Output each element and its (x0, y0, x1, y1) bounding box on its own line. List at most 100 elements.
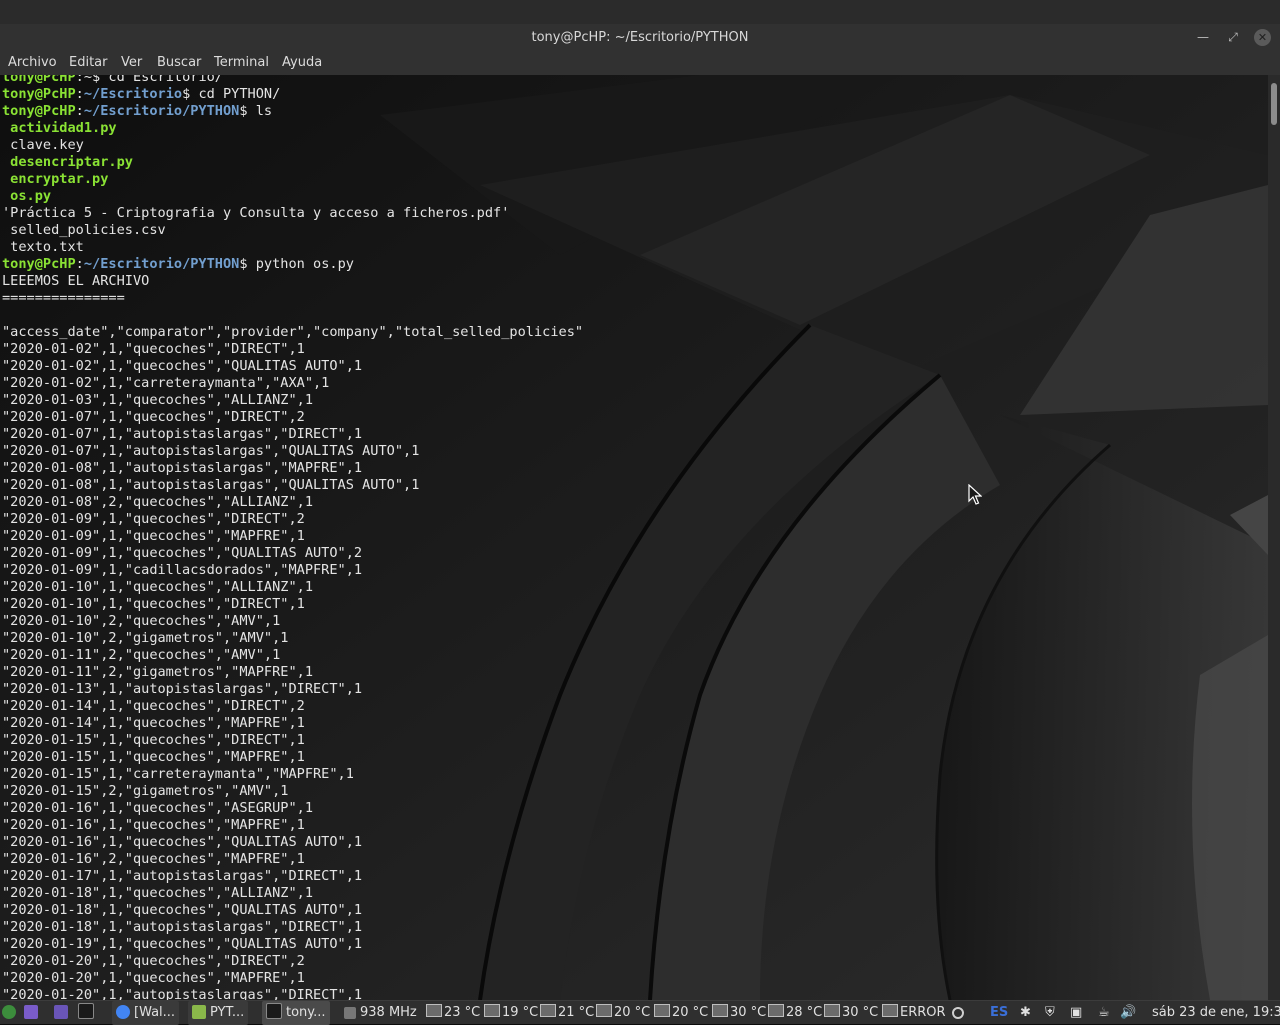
output-text: "2020-01-09",1,"quecoches","DIRECT",2 (2, 511, 305, 527)
prompt-separator: : (75, 103, 84, 119)
update-icon (952, 1007, 964, 1019)
shield-icon[interactable]: ⛨ (1045, 1001, 1055, 1025)
menu-ayuda[interactable]: Ayuda (282, 55, 322, 70)
taskbar-workspace[interactable] (24, 1001, 42, 1025)
taskbar-task-terminal[interactable]: tony... (262, 1001, 330, 1025)
taskbar-files-launcher[interactable] (54, 1001, 72, 1025)
temp-sensor[interactable]: 28 °C (768, 1001, 822, 1025)
task-label: PYT... (210, 1005, 245, 1020)
error-sensor[interactable]: ERROR (882, 1001, 946, 1025)
menu-editar[interactable]: Editar (69, 55, 108, 70)
terminal-line: "2020-01-15",1,"quecoches","DIRECT",1 (2, 732, 583, 749)
prompt-path: ~ (83, 75, 93, 85)
scrollbar-thumb[interactable] (1271, 83, 1277, 125)
temp-sensor[interactable]: 20 °C (654, 1001, 708, 1025)
terminal-line: desencriptar.py (2, 154, 583, 171)
terminal-line: "2020-01-18",1,"autopistaslargas","DIREC… (2, 919, 583, 936)
terminal-scrollbar[interactable] (1268, 75, 1280, 1000)
output-text: "2020-01-09",1,"cadillacsdorados","MAPFR… (2, 562, 363, 578)
temp-sensor[interactable]: 30 °C (712, 1001, 766, 1025)
output-text: "2020-01-07",1,"autopistaslargas","QUALI… (2, 443, 420, 459)
output-text: "2020-01-15",1,"carreteraymanta","MAPFRE… (2, 766, 354, 782)
terminal-line: "2020-01-10",1,"quecoches","ALLIANZ",1 (2, 579, 583, 596)
terminal-line: "2020-01-15",1,"carreteraymanta","MAPFRE… (2, 766, 583, 783)
output-text: "2020-01-20",1,"autopistaslargas","DIREC… (2, 987, 363, 1000)
terminal-line: "2020-01-16",1,"quecoches","MAPFRE",1 (2, 817, 583, 834)
task-label: [Wal... (134, 1005, 176, 1020)
taskbar-task-files[interactable]: PYT... (188, 1001, 249, 1025)
terminal-line: tony@PcHP:~$ cd Escritorio/ (2, 75, 583, 86)
command-text: $ ls (239, 103, 273, 119)
clipboard-icon[interactable]: ▣ (1070, 1001, 1082, 1025)
terminal-line: "2020-01-03",1,"quecoches","ALLIANZ",1 (2, 392, 583, 409)
taskbar-terminal-launcher[interactable] (78, 1001, 98, 1025)
terminal-line: "2020-01-18",1,"quecoches","QUALITAS AUT… (2, 902, 583, 919)
taskbar-task-browser[interactable]: [Wal... (112, 1001, 180, 1025)
terminal-line: "2020-01-13",1,"autopistaslargas","DIREC… (2, 681, 583, 698)
close-icon[interactable]: ✕ (1254, 29, 1271, 46)
thermometer-icon (484, 1004, 500, 1017)
terminal-line: "2020-01-11",2,"quecoches","AMV",1 (2, 647, 583, 664)
prompt-path: ~/Escritorio/PYTHON (83, 103, 240, 119)
terminal-area[interactable]: tony@PcHP:~$ cd Escritorio/tony@PcHP:~/E… (0, 75, 1268, 1000)
output-text: "2020-01-20",1,"quecoches","MAPFRE",1 (2, 970, 305, 986)
lightbulb-icon[interactable]: ☕ (1098, 1001, 1110, 1025)
thermometer-icon (768, 1004, 784, 1017)
thermometer-icon (426, 1004, 442, 1017)
menu-terminal[interactable]: Terminal (214, 55, 269, 70)
browser-icon (2, 1005, 16, 1019)
clock[interactable]: sáb 23 de ene, 19:38 (1152, 1001, 1280, 1025)
terminal-line: "2020-01-20",1,"autopistaslargas","DIREC… (2, 987, 583, 1000)
window-titlebar[interactable]: tony@PcHP: ~/Escritorio/PYTHON — ⤢ (0, 24, 1280, 51)
task-label: tony... (286, 1005, 326, 1020)
terminal-line: "2020-01-14",1,"quecoches","MAPFRE",1 (2, 715, 583, 732)
temp-sensor[interactable]: 30 °C (824, 1001, 878, 1025)
terminal-line: clave.key (2, 137, 583, 154)
output-text: "2020-01-02",1,"quecoches","DIRECT",1 (2, 341, 305, 357)
output-text: "2020-01-10",2,"gigametros","AMV",1 (2, 630, 289, 646)
maximize-icon[interactable]: ⤢ (1224, 28, 1242, 46)
temp-value: 20 °C (614, 1005, 651, 1020)
cpu-icon (344, 1007, 356, 1019)
temp-sensor[interactable]: 21 °C (540, 1001, 594, 1025)
menu-ver[interactable]: Ver (121, 55, 142, 70)
output-text: "2020-01-08",1,"autopistaslargas","MAPFR… (2, 460, 363, 476)
terminal-line: encryptar.py (2, 171, 583, 188)
terminal-line: selled_policies.csv (2, 222, 583, 239)
temp-value: 30 °C (730, 1005, 767, 1020)
output-text: clave.key (2, 137, 84, 153)
terminal-line: "2020-01-08",1,"autopistaslargas","QUALI… (2, 477, 583, 494)
volume-icon[interactable]: 🔊 (1120, 1001, 1136, 1025)
minimize-icon[interactable]: — (1194, 28, 1212, 46)
thermometer-icon (596, 1004, 612, 1017)
output-text: "2020-01-10",1,"quecoches","DIRECT",1 (2, 596, 305, 612)
cpu-freq-applet[interactable]: 938 MHz (344, 1001, 417, 1025)
terminal-icon (78, 1003, 94, 1019)
temp-value: 19 °C (502, 1005, 539, 1020)
menu-archivo[interactable]: Archivo (8, 55, 57, 70)
output-text: "2020-01-17",1,"autopistaslargas","DIREC… (2, 868, 363, 884)
terminal-line: =============== (2, 290, 583, 307)
thermometer-icon (824, 1004, 840, 1017)
output-text: LEEEMOS EL ARCHIVO (2, 273, 150, 289)
output-text: "2020-01-09",1,"quecoches","MAPFRE",1 (2, 528, 305, 544)
output-text: "2020-01-16",1,"quecoches","ASEGRUP",1 (2, 800, 313, 816)
output-text: "2020-01-07",1,"autopistaslargas","DIREC… (2, 426, 363, 442)
output-text: "2020-01-08",2,"quecoches","ALLIANZ",1 (2, 494, 313, 510)
terminal-line: "2020-01-09",1,"cadillacsdorados","MAPFR… (2, 562, 583, 579)
taskbar-browser-launcher[interactable] (2, 1001, 20, 1025)
temp-sensor[interactable]: 23 °C (426, 1001, 480, 1025)
terminal-line: "2020-01-15",1,"quecoches","MAPFRE",1 (2, 749, 583, 766)
taskbar: [Wal... PYT... tony... 938 MHz 23 °C 19 … (0, 1000, 1280, 1025)
terminal-line: tony@PcHP:~/Escritorio/PYTHON$ ls (2, 103, 583, 120)
temp-sensor[interactable]: 19 °C (484, 1001, 538, 1025)
terminal-line: "2020-01-16",1,"quecoches","ASEGRUP",1 (2, 800, 583, 817)
menu-buscar[interactable]: Buscar (157, 55, 201, 70)
terminal-line: "2020-01-16",2,"quecoches","MAPFRE",1 (2, 851, 583, 868)
command-text: $ python os.py (239, 256, 354, 272)
mint-update-icon[interactable] (952, 1001, 968, 1025)
output-text: "2020-01-03",1,"quecoches","ALLIANZ",1 (2, 392, 313, 408)
bluetooth-icon[interactable]: ✱ (1020, 1001, 1031, 1025)
temp-sensor[interactable]: 20 °C (596, 1001, 650, 1025)
keyboard-layout[interactable]: ES (990, 1001, 1008, 1025)
